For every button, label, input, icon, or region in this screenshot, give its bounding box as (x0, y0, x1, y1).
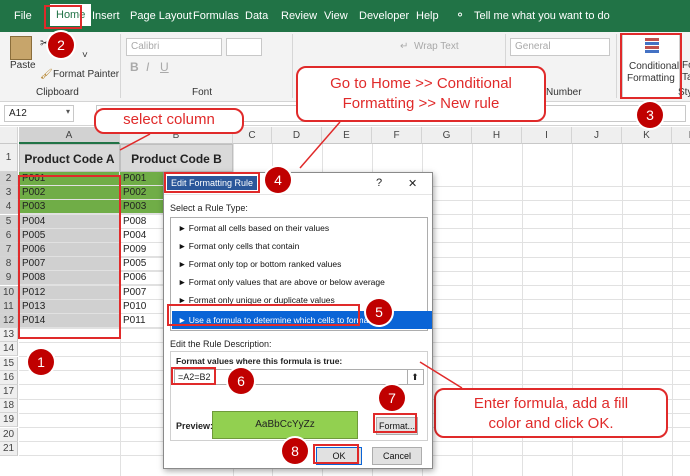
step-7-badge: 7 (379, 385, 405, 411)
step-6-badge: 6 (228, 368, 254, 394)
step-1-badge: 1 (28, 349, 54, 375)
step-4-badge: 4 (265, 167, 291, 193)
step-5-badge: 5 (366, 299, 392, 325)
step-2-badge: 2 (48, 32, 74, 58)
step-3-badge: 3 (637, 102, 663, 128)
connector-line (119, 133, 151, 151)
connector-line (419, 361, 463, 389)
connector-line (299, 121, 341, 169)
step-8-badge: 8 (282, 438, 308, 464)
annotation-connectors (119, 121, 463, 389)
